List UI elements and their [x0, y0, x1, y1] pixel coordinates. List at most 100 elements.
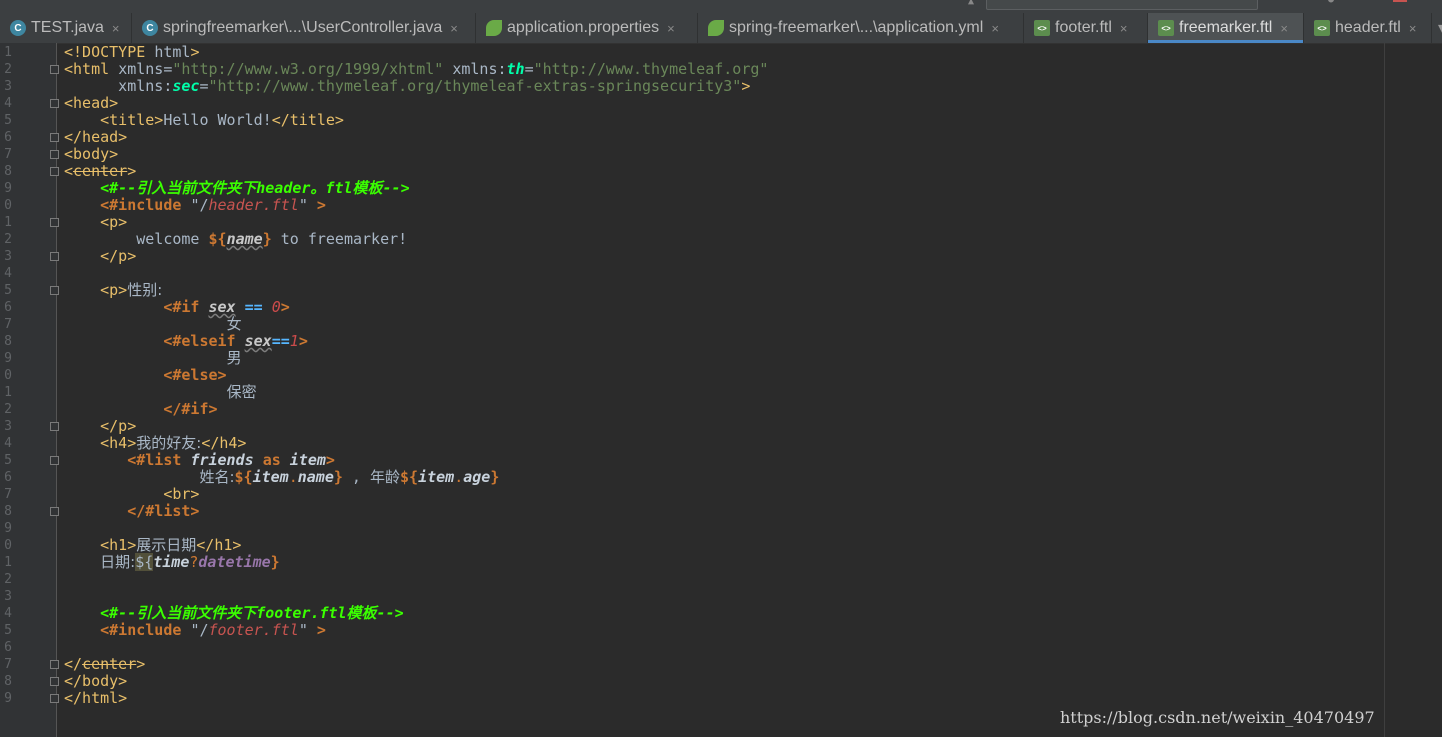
- close-icon[interactable]: ×: [1280, 21, 1288, 36]
- code-line[interactable]: <#--引入当前文件夹下header。ftl模板-->: [64, 180, 410, 197]
- line-number: 2: [4, 232, 12, 247]
- line-number: 1: [4, 45, 12, 60]
- code-line[interactable]: </#if>: [64, 401, 217, 418]
- tab-springfreemarker-usercontroller-java[interactable]: Cspringfreemarker\...\UserController.jav…: [132, 13, 476, 43]
- code-token: >: [316, 621, 326, 639]
- code-token: datetime: [198, 553, 271, 571]
- tab-label: TEST.java: [31, 19, 104, 36]
- code-token: </p>: [100, 247, 137, 265]
- tab-test-java[interactable]: C TEST.java ×: [0, 13, 132, 43]
- tab-overflow-chevron-icon[interactable]: ▾: [1432, 13, 1442, 43]
- run-config-selector[interactable]: [986, 0, 1258, 10]
- code-token: "http://www.thymeleaf.org/thymeleaf-extr…: [208, 77, 742, 95]
- code-token: </head>: [64, 128, 128, 146]
- code-line[interactable]: <#else>: [64, 366, 226, 384]
- code-line[interactable]: <body>: [64, 146, 118, 163]
- code-line[interactable]: 女: [64, 316, 242, 333]
- code-line[interactable]: </body>: [64, 673, 127, 690]
- code-line[interactable]: <p>: [64, 214, 127, 231]
- java-class-icon: C: [142, 20, 158, 36]
- code-line[interactable]: <#elseif sex==1>: [64, 333, 308, 350]
- code-line[interactable]: </center>: [64, 656, 145, 673]
- java-class-icon: C: [10, 20, 26, 36]
- tab-label: springfreemarker\...\UserController.java: [163, 19, 443, 36]
- close-icon[interactable]: ×: [450, 21, 458, 36]
- code-line[interactable]: 姓名:${item.name} , 年龄${item.age}: [64, 469, 499, 486]
- code-line[interactable]: <center>: [64, 163, 136, 180]
- code-line[interactable]: </html>: [64, 690, 127, 707]
- line-number: 5: [4, 623, 12, 638]
- code-line[interactable]: welcome ${name} to freemarker!: [64, 231, 407, 248]
- code-line[interactable]: <#include "/header.ftl" >: [64, 197, 326, 214]
- code-line[interactable]: </#list>: [64, 503, 199, 520]
- tab-freemarker-ftl[interactable]: <> freemarker.ftl ×: [1148, 13, 1304, 43]
- code-editor[interactable]: <!DOCTYPE html> <html xmlns="http://www.w…: [57, 43, 1442, 737]
- code-token: name: [226, 230, 263, 248]
- code-line[interactable]: <html xmlns="http://www.w3.org/1999/xhtm…: [64, 61, 768, 78]
- close-icon[interactable]: ×: [112, 21, 120, 36]
- line-number: 2: [4, 62, 12, 77]
- ftl-file-icon: <>: [1034, 20, 1050, 36]
- line-number: 6: [4, 640, 12, 655]
- code-line[interactable]: <#include "/footer.ftl" >: [64, 622, 326, 639]
- code-line[interactable]: <head>: [64, 95, 118, 112]
- code-token: xmlns:: [443, 60, 507, 78]
- tab-application-properties[interactable]: application.properties ×: [476, 13, 698, 43]
- code-line[interactable]: <#--引入当前文件夹下footer.ftl模板-->: [64, 605, 404, 622]
- code-token: </: [64, 655, 83, 673]
- line-number: 5: [4, 453, 12, 468]
- tab-footer-ftl[interactable]: <> footer.ftl ×: [1024, 13, 1148, 43]
- close-icon[interactable]: ×: [1409, 21, 1417, 36]
- code-token: "http://www.w3.org/1999/xhtml": [172, 60, 444, 78]
- line-number: 6: [4, 470, 12, 485]
- code-line[interactable]: <br>: [64, 486, 199, 503]
- code-line[interactable]: <#if sex == 0>: [64, 299, 289, 316]
- stop-icon[interactable]: [1393, 0, 1407, 2]
- code-line[interactable]: </p>: [64, 418, 136, 435]
- tab-header-ftl[interactable]: <> header.ftl ×: [1304, 13, 1432, 43]
- close-icon[interactable]: ×: [667, 21, 675, 36]
- code-token: time: [153, 553, 190, 571]
- line-number: 6: [4, 130, 12, 145]
- tab-spring-freemarker-application-yml[interactable]: spring-freemarker\...\application.yml ×: [698, 13, 1024, 43]
- line-number: 9: [4, 181, 12, 196]
- toolbar-icon[interactable]: ●: [1328, 0, 1334, 5]
- toolbar-icon[interactable]: ▲: [968, 0, 974, 7]
- code-line[interactable]: 日期:${time?datetime}: [64, 553, 280, 571]
- line-number: 8: [4, 334, 12, 349]
- code-line[interactable]: 男: [64, 350, 242, 367]
- code-token: </p>: [100, 417, 137, 435]
- code-token: ${: [135, 553, 154, 571]
- code-line[interactable]: </head>: [64, 129, 127, 146]
- code-line[interactable]: 保密: [64, 384, 257, 401]
- spring-leaf-icon: [486, 20, 502, 36]
- tab-label: spring-freemarker\...\application.yml: [729, 19, 984, 36]
- code-token: as: [262, 451, 290, 469]
- close-icon[interactable]: ×: [1120, 21, 1128, 36]
- code-line[interactable]: </p>: [64, 248, 136, 265]
- code-token: to freemarker!: [271, 230, 408, 248]
- code-line[interactable]: <!DOCTYPE html>: [64, 44, 199, 61]
- code-line[interactable]: <title>Hello World!</title>: [64, 112, 344, 129]
- code-token: 我的好友:: [136, 434, 202, 452]
- close-icon[interactable]: ×: [991, 21, 999, 36]
- code-token: html: [154, 43, 191, 61]
- line-number: 0: [4, 538, 12, 553]
- code-token: name: [297, 468, 334, 486]
- code-token: <p>: [100, 281, 128, 299]
- code-line[interactable]: <h1>展示日期</h1>: [64, 537, 241, 554]
- code-line[interactable]: <#list friends as item>: [64, 452, 335, 469]
- code-token: =: [524, 60, 534, 78]
- code-token: welcome: [64, 230, 209, 248]
- code-line[interactable]: <p>性别:: [64, 282, 162, 299]
- code-line[interactable]: <h4>我的好友:</h4>: [64, 435, 246, 452]
- code-line[interactable]: xmlns:sec="http://www.thymeleaf.org/thym…: [64, 78, 750, 95]
